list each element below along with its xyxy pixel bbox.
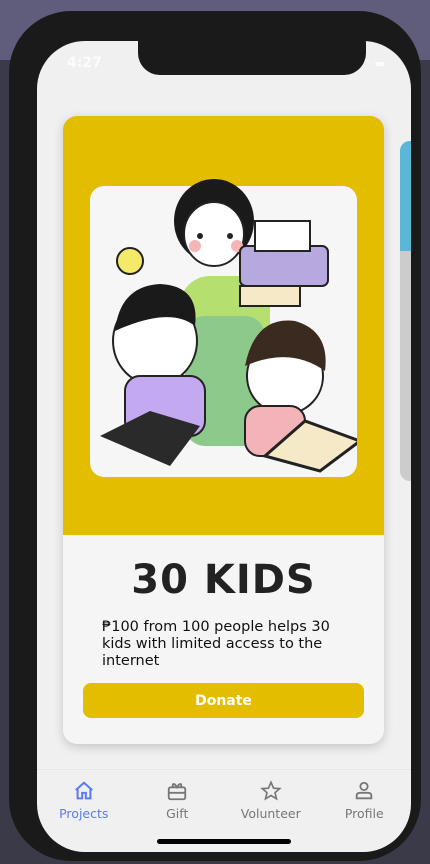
phone-frame: 4:27 ◠ ▬ 30 KIDS ₱100 from 100 people he… — [9, 11, 421, 861]
tab-label: Profile — [344, 806, 384, 821]
tab-label: Volunteer — [240, 806, 301, 821]
donate-button[interactable]: Donate — [83, 683, 364, 718]
person-icon — [356, 781, 373, 800]
project-description: ₱100 from 100 people helps 30 kids with … — [102, 619, 330, 669]
project-title: 30 KIDS — [131, 557, 316, 603]
app-screen: 4:27 ◠ ▬ 30 KIDS ₱100 from 100 people he… — [37, 41, 411, 852]
tab-profile[interactable]: Profile — [318, 770, 412, 852]
tab-projects[interactable]: Projects — [37, 770, 131, 852]
home-icon — [74, 781, 93, 800]
gift-icon — [168, 783, 187, 801]
status-time: 4:27 — [67, 55, 102, 71]
project-illustration — [90, 179, 357, 477]
tab-label: Gift — [166, 806, 189, 821]
notch — [138, 41, 366, 75]
tab-label: Projects — [59, 806, 109, 821]
project-card[interactable]: 30 KIDS ₱100 from 100 people helps 30 ki… — [63, 116, 384, 744]
project-hero — [63, 116, 384, 535]
star-icon — [259, 780, 282, 801]
home-indicator[interactable] — [157, 839, 291, 844]
kids-illustration — [100, 179, 357, 473]
next-project-card[interactable] — [400, 141, 411, 481]
